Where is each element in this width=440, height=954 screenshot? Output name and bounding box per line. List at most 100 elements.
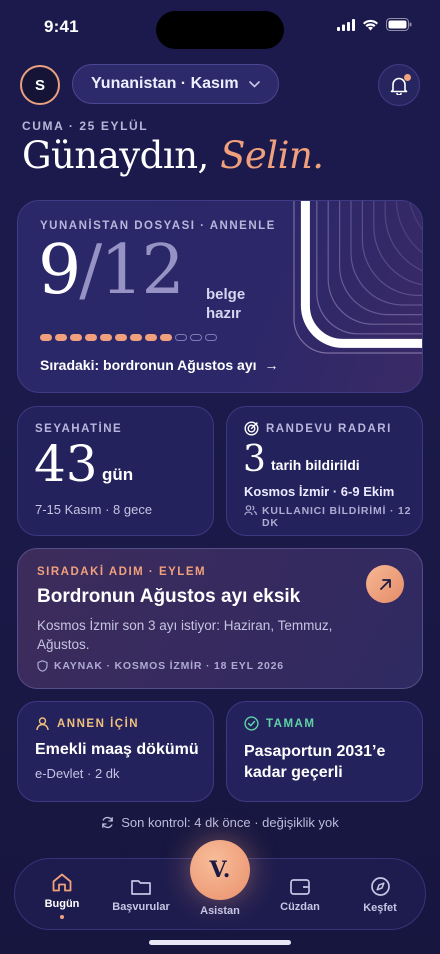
- greeting: Günaydın, Selin.: [22, 134, 324, 177]
- signal-icon: [337, 18, 355, 31]
- trip-label: SEYAHATİNE: [35, 423, 123, 435]
- radar-label: RANDEVU RADARI: [266, 423, 392, 435]
- action-description: Kosmos İzmir son 3 ayı istiyor: Haziran,…: [37, 618, 333, 652]
- passport-status-line2: kadar geçerli: [244, 764, 343, 781]
- greeting-name: Selin.: [220, 134, 324, 177]
- trip-dates: 7-15 Kasım · 8 gece: [35, 502, 153, 517]
- passport-status-label: TAMAM: [266, 718, 316, 730]
- mother-task-title: Emekli maaş dökümü: [35, 741, 199, 758]
- radar-count-text: tarih bildirildi: [271, 457, 360, 473]
- progress-dot-pending: [190, 334, 202, 341]
- radar-icon: [244, 421, 259, 436]
- trip-countdown-card[interactable]: SEYAHATİNE 43 gün 7-15 Kasım · 8 gece: [17, 406, 214, 536]
- document-total: 12: [100, 231, 185, 310]
- decorative-ring: [384, 201, 422, 272]
- mother-task-card[interactable]: ANNEN İÇİN Emekli maaş dökümü e-Devlet ·…: [17, 701, 214, 802]
- decorative-ring: [339, 201, 422, 316]
- tab-applications[interactable]: Başvurular: [107, 859, 175, 931]
- chevron-down-icon: [248, 80, 260, 88]
- progress-dot-done: [145, 334, 157, 341]
- tab-applications-label: Başvurular: [112, 900, 170, 913]
- progress-dot-done: [70, 334, 82, 341]
- progress-dot-done: [160, 334, 172, 341]
- trip-days: 43: [34, 435, 98, 493]
- last-check: Son kontrol: 4 dk önce · değişiklik yok: [0, 815, 440, 830]
- progress-dot-done: [100, 334, 112, 341]
- check-circle-icon: [244, 716, 259, 731]
- status-icons: [337, 18, 412, 31]
- trip-selector-label: Yunanistan · Kasım: [91, 75, 239, 92]
- open-action-button[interactable]: [366, 565, 404, 603]
- active-tab-indicator: [60, 914, 64, 919]
- decorative-corner-lines: [293, 201, 422, 354]
- arrow-right-icon: →: [264, 357, 279, 373]
- progress-dot-done: [115, 334, 127, 341]
- document-progress-card[interactable]: YUNANİSTAN DOSYASI · ANNENLE 9/12 belge …: [17, 200, 423, 393]
- decorative-ring: [396, 201, 422, 254]
- progress-dot-done: [55, 334, 67, 341]
- tab-explore-label: Keşfet: [363, 902, 397, 914]
- next-action-card[interactable]: SIRADAKİ ADIM · EYLEM Bordronun Ağustos …: [17, 548, 423, 689]
- assistant-logo-icon: V.: [209, 857, 231, 883]
- next-document-text: Sıradaki: bordronun Ağustos ayı: [40, 357, 257, 373]
- notification-badge: [404, 74, 411, 81]
- progress-dot-pending: [175, 334, 187, 341]
- person-icon: [36, 717, 49, 731]
- passport-status-text: Pasaportun 2031’e kadar geçerli: [244, 741, 385, 783]
- action-source: KAYNAK · KOSMOS İZMİR · 18 EYL 2026: [37, 660, 284, 672]
- action-source-text: KAYNAK · KOSMOS İZMİR · 18 EYL 2026: [54, 660, 284, 672]
- tab-explore[interactable]: Keşfet: [349, 859, 411, 931]
- progress-dot-done: [85, 334, 97, 341]
- tab-home[interactable]: Bugün: [33, 859, 91, 931]
- refresh-icon: [102, 816, 114, 829]
- passport-status-card[interactable]: TAMAM Pasaportun 2031’e kadar geçerli: [226, 701, 423, 802]
- decorative-ring: [327, 201, 422, 325]
- battery-icon: [386, 18, 412, 31]
- action-title: Bordronun Ağustos ayı eksik: [37, 586, 301, 607]
- home-icon: [52, 873, 72, 891]
- document-unit: belge hazır: [206, 285, 245, 323]
- assistant-button[interactable]: V.: [190, 840, 250, 900]
- progress-dot-pending: [205, 334, 217, 341]
- radar-reports: KULLANICI BİLDİRİMİ · 12 DK: [262, 505, 412, 529]
- last-check-text: Son kontrol: 4 dk önce · değişiklik yok: [121, 815, 339, 830]
- trip-selector[interactable]: Yunanistan · Kasım: [72, 64, 279, 104]
- document-slash: /: [79, 231, 102, 310]
- arrow-up-right-icon: [379, 578, 391, 590]
- document-unit-line1: belge: [206, 286, 246, 303]
- trip-days-unit: gün: [102, 465, 134, 484]
- status-time: 9:41: [44, 17, 79, 36]
- dynamic-island: [156, 11, 284, 49]
- wallet-icon: [290, 879, 310, 895]
- radar-location: Kosmos İzmir · 6-9 Ekim: [244, 484, 395, 499]
- avatar[interactable]: S: [20, 65, 60, 105]
- date-line: CUMA · 25 EYLÜL: [22, 119, 149, 133]
- progress-dot-done: [130, 334, 142, 341]
- action-label: SIRADAKİ ADIM · EYLEM: [37, 566, 207, 578]
- mother-task-sub: e-Devlet · 2 dk: [35, 766, 120, 781]
- folder-icon: [131, 879, 151, 895]
- compass-icon: [370, 877, 390, 896]
- document-count: 9/12: [38, 231, 185, 310]
- home-indicator[interactable]: [149, 940, 291, 945]
- wifi-icon: [363, 19, 378, 30]
- decorative-ring: [350, 201, 422, 306]
- tab-home-label: Bugün: [44, 897, 80, 910]
- progress-dots: [40, 334, 217, 341]
- mother-label: ANNEN İÇİN: [57, 718, 140, 730]
- notifications-button[interactable]: [378, 64, 420, 106]
- document-unit-line2: hazır: [206, 305, 242, 322]
- decorative-ring: [408, 201, 422, 230]
- avatar-initial: S: [34, 76, 45, 94]
- tab-wallet-label: Cüzdan: [280, 901, 320, 913]
- tab-wallet[interactable]: Cüzdan: [269, 859, 331, 931]
- greeting-prefix: Günaydın,: [22, 134, 209, 177]
- radar-count: 3: [243, 439, 266, 480]
- next-document-link[interactable]: Sıradaki: bordronun Ağustos ayı →: [40, 357, 279, 373]
- shield-icon: [37, 660, 48, 672]
- tab-assistant-label: Asistan: [200, 905, 240, 917]
- appointment-radar-card[interactable]: RANDEVU RADARI 3 tarih bildirildi Kosmos…: [226, 406, 423, 536]
- users-icon: [244, 505, 257, 516]
- progress-dot-done: [40, 334, 52, 341]
- decorative-ring: [300, 201, 422, 348]
